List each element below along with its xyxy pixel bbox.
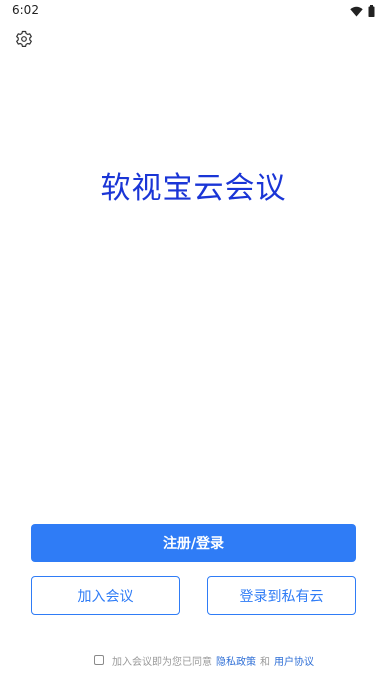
privacy-policy-link[interactable]: 隐私政策 xyxy=(216,653,256,668)
agreement-checkbox[interactable] xyxy=(94,655,104,665)
join-meeting-button[interactable]: 加入会议 xyxy=(31,576,180,615)
agreement-row: 加入会议即为您已同意 隐私政策 和 用户协议 xyxy=(94,652,314,668)
register-login-button[interactable]: 注册/登录 xyxy=(31,524,356,562)
wifi-icon xyxy=(350,6,363,17)
gear-icon xyxy=(14,29,34,49)
agreement-and-text: 和 xyxy=(260,656,270,668)
agreement-prefix-text: 加入会议即为您已同意 xyxy=(112,656,212,668)
user-agreement-link[interactable]: 用户协议 xyxy=(274,653,314,668)
battery-icon xyxy=(368,5,375,17)
private-cloud-login-button[interactable]: 登录到私有云 xyxy=(207,576,356,615)
status-icons xyxy=(350,4,375,18)
status-time: 6:02 xyxy=(12,3,39,17)
app-title: 软视宝云会议 xyxy=(100,171,287,206)
status-bar: 6:02 xyxy=(0,0,387,22)
settings-button[interactable] xyxy=(14,29,34,49)
